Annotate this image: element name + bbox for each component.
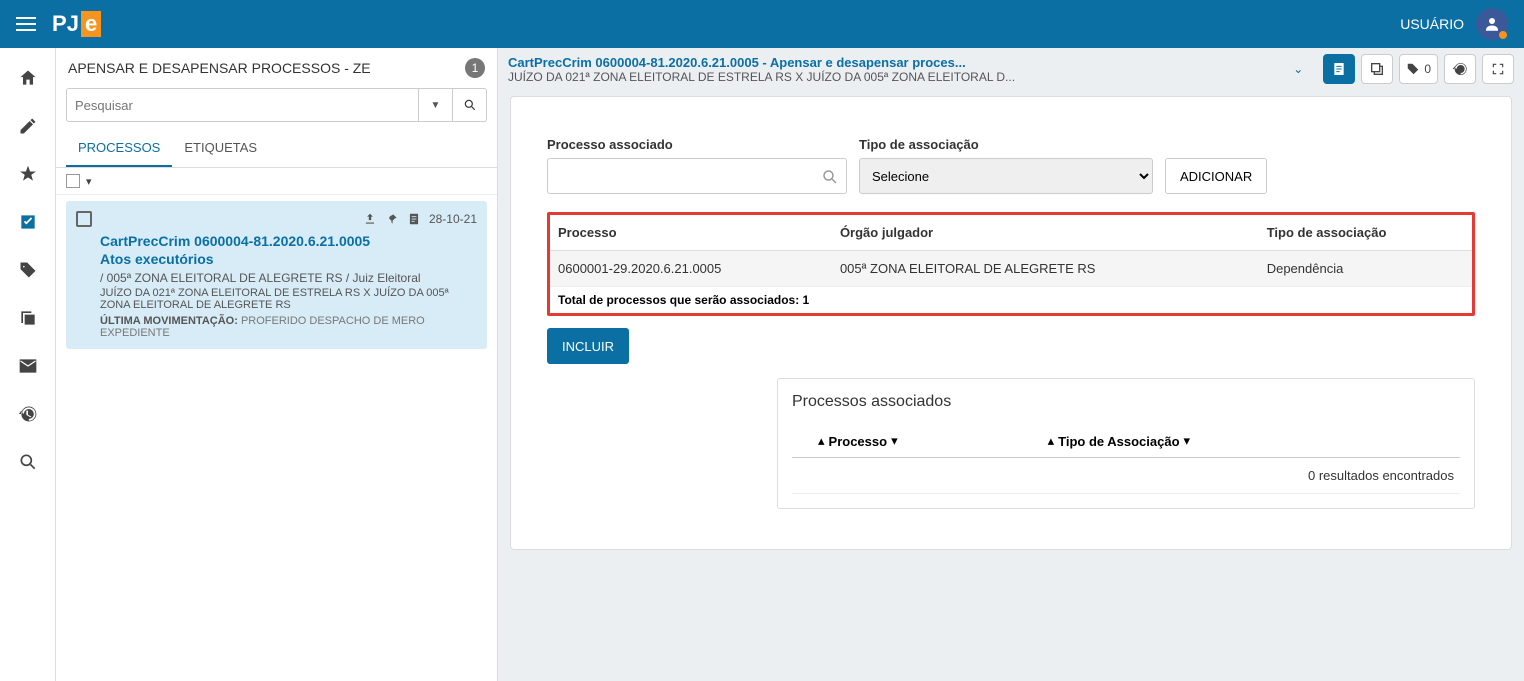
card-checkbox[interactable] (76, 211, 92, 227)
staged-table: Processo Órgão julgador Tipo de associaç… (550, 215, 1472, 287)
assoc-label: Processo associado (547, 137, 847, 152)
sort-down-icon: ▾ (1184, 433, 1191, 449)
main-subtitle: JUÍZO DA 021ª ZONA ELEITORAL DE ESTRELA … (508, 70, 1273, 84)
expand-toggle-icon[interactable]: ⌄ (1273, 62, 1323, 76)
tag-count-button[interactable]: 0 (1399, 54, 1438, 84)
vertical-nav (0, 48, 56, 681)
history-button[interactable] (1444, 54, 1476, 84)
copy-icon[interactable] (18, 308, 38, 328)
process-card[interactable]: 28-10-21 CartPrecCrim 0600004-81.2020.6.… (66, 201, 487, 349)
card-line1: / 005ª ZONA ELEITORAL DE ALEGRETE RS / J… (100, 271, 477, 285)
tags-icon[interactable] (18, 260, 38, 280)
envelope-icon[interactable] (18, 356, 38, 376)
avatar[interactable] (1476, 8, 1508, 40)
user-label: USUÁRIO (1400, 16, 1464, 32)
sort-down-icon: ▾ (891, 433, 898, 449)
filter-row[interactable]: ▾ (56, 168, 497, 195)
th-tipo: Tipo de associação (1259, 215, 1472, 251)
home-icon[interactable] (18, 68, 38, 88)
left-panel: APENSAR E DESAPENSAR PROCESSOS - ZE 1 ▼ … (56, 48, 498, 681)
staged-table-highlight: Processo Órgão julgador Tipo de associaç… (547, 212, 1475, 316)
adicionar-button[interactable]: ADICIONAR (1165, 158, 1267, 194)
history-icon[interactable] (18, 404, 38, 424)
card-movement: ÚLTIMA MOVIMENTAÇÃO: PROFERIDO DESPACHO … (100, 315, 477, 339)
autos-button[interactable] (1323, 54, 1355, 84)
sort-up-icon: ▴ (1048, 433, 1055, 449)
panel-title: APENSAR E DESAPENSAR PROCESSOS - ZE (68, 60, 371, 76)
form-panel: Processo associado Tipo de associação Se… (510, 96, 1512, 550)
share-button[interactable] (1361, 54, 1393, 84)
card-date: 28-10-21 (429, 212, 477, 226)
check-icon[interactable] (18, 212, 38, 232)
card-subtitle: Atos executórios (100, 251, 477, 267)
total-label: Total de processos que serão associados:… (550, 287, 1472, 313)
incluir-button[interactable]: INCLUIR (547, 328, 629, 364)
main-title[interactable]: CartPrecCrim 0600004-81.2020.6.21.0005 -… (508, 55, 1273, 70)
chevron-down-icon: ▾ (86, 175, 92, 188)
filter-checkbox[interactable] (66, 174, 80, 188)
panel-count-badge: 1 (465, 58, 485, 78)
pencil-icon[interactable] (18, 116, 38, 136)
associados-title: Processos associados (792, 393, 1460, 411)
card-title: CartPrecCrim 0600004-81.2020.6.21.0005 (100, 233, 477, 249)
app-header: PJe USUÁRIO (0, 0, 1524, 48)
search-input[interactable] (66, 88, 419, 122)
star-icon[interactable] (18, 164, 38, 184)
tipo-associacao-select[interactable]: Selecione (859, 158, 1153, 194)
search-icon[interactable] (18, 452, 38, 472)
card-line2: JUÍZO DA 021ª ZONA ELEITORAL DE ESTRELA … (100, 287, 477, 311)
processo-associado-input[interactable] (547, 158, 847, 194)
sort-up-icon: ▴ (818, 433, 825, 449)
tab-processos[interactable]: PROCESSOS (66, 130, 172, 167)
search-icon[interactable] (821, 168, 839, 186)
pje-logo: PJe (52, 11, 101, 37)
main-area: CartPrecCrim 0600004-81.2020.6.21.0005 -… (498, 48, 1524, 681)
sort-processo[interactable]: ▴ Processo ▾ (818, 433, 898, 449)
tab-etiquetas[interactable]: ETIQUETAS (172, 130, 269, 167)
search-button[interactable] (453, 88, 487, 122)
menu-toggle-icon[interactable] (16, 17, 36, 31)
th-processo: Processo (550, 215, 832, 251)
upload-icon[interactable] (363, 212, 377, 226)
type-label: Tipo de associação (859, 137, 1153, 152)
sort-tipo[interactable]: ▴ Tipo de Associação ▾ (1048, 433, 1190, 449)
th-orgao: Órgão julgador (832, 215, 1259, 251)
table-row: 0600001-29.2020.6.21.0005 005ª ZONA ELEI… (550, 251, 1472, 287)
fullscreen-button[interactable] (1482, 54, 1514, 84)
empty-results: 0 resultados encontrados (792, 458, 1460, 494)
document-icon[interactable] (407, 212, 421, 226)
pin-icon[interactable] (385, 212, 399, 226)
associados-panel: Processos associados ▴ Processo ▾ ▴ Tipo… (777, 378, 1475, 509)
search-dropdown[interactable]: ▼ (419, 88, 453, 122)
